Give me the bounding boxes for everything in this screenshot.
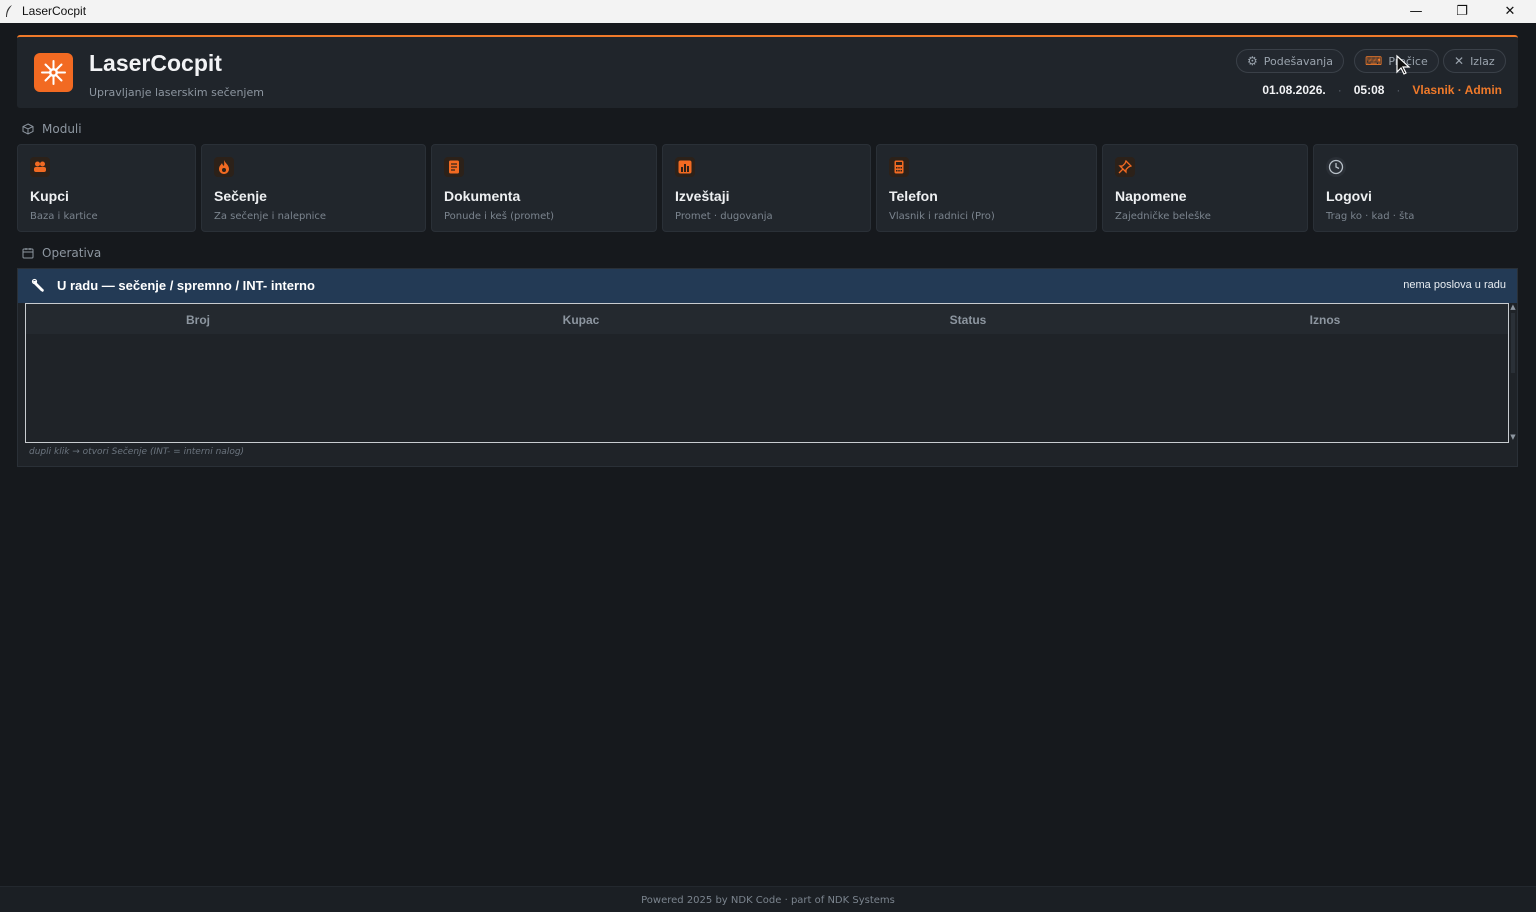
scroll-thumb[interactable] xyxy=(1511,313,1515,373)
module-title: Telefon xyxy=(889,188,938,204)
module-card-izvestaji[interactable]: Izveštaji Promet · dugovanja xyxy=(662,144,871,232)
chart-icon xyxy=(675,157,695,177)
column-header-iznos[interactable]: Iznos xyxy=(1302,313,1348,327)
footer: Powered 2025 by NDK Code · part of NDK S… xyxy=(0,886,1536,912)
exit-label: Izlaz xyxy=(1470,54,1495,68)
modules-section-label: Moduli xyxy=(22,122,82,136)
in-progress-panel: U radu — sečenje / spremno / INT- intern… xyxy=(17,268,1518,467)
restore-button[interactable]: ❐ xyxy=(1439,0,1485,23)
module-subtitle: Promet · dugovanja xyxy=(675,211,773,222)
gear-icon: ⚙ xyxy=(1247,54,1258,68)
scroll-up-icon[interactable]: ▲ xyxy=(1509,303,1517,311)
module-card-dokumenta[interactable]: Dokumenta Ponude i keš (promet) xyxy=(431,144,657,232)
current-user: Vlasnik · Admin xyxy=(1412,83,1502,97)
laser-logo-icon xyxy=(34,53,73,92)
window-titlebar: LaserCocpit — ❐ ✕ xyxy=(0,0,1536,23)
operativa-label: Operativa xyxy=(42,246,102,260)
module-card-kupci[interactable]: Kupci Baza i kartice xyxy=(17,144,196,232)
document-icon xyxy=(444,157,464,177)
operativa-section-label: Operativa xyxy=(22,246,101,260)
panel-title: U radu — sečenje / spremno / INT- intern… xyxy=(57,278,315,293)
settings-label: Podešavanja xyxy=(1263,54,1333,68)
module-title: Kupci xyxy=(30,188,69,204)
panel-status: nema poslova u radu xyxy=(1403,279,1506,291)
pin-icon xyxy=(1115,157,1135,177)
close-window-button[interactable]: ✕ xyxy=(1487,0,1533,23)
module-card-secenje[interactable]: Sečenje Za sečenje i nalepnice xyxy=(201,144,426,232)
wrench-icon xyxy=(31,278,44,292)
table-header: Broj Kupac Status Iznos xyxy=(26,304,1508,334)
module-subtitle: Zajedničke beleške xyxy=(1115,211,1211,222)
close-icon: ✕ xyxy=(1454,54,1465,68)
module-card-telefon[interactable]: Telefon Vlasnik i radnici (Pro) xyxy=(876,144,1097,232)
app-subtitle: Upravljanje laserskim sečenjem xyxy=(89,86,264,99)
window-title: LaserCocpit xyxy=(22,4,87,18)
module-title: Sečenje xyxy=(214,188,267,204)
status-line: 01.08.2026. · 05:08 · Vlasnik · Admin xyxy=(1262,83,1502,97)
keyboard-icon: ⌨ xyxy=(1365,54,1383,68)
module-subtitle: Ponude i keš (promet) xyxy=(444,211,555,222)
module-subtitle: Baza i kartice xyxy=(30,211,98,222)
app-header: LaserCocpit Upravljanje laserskim sečenj… xyxy=(17,35,1518,108)
calendar-icon xyxy=(22,248,34,259)
module-subtitle: Vlasnik i radnici (Pro) xyxy=(889,211,995,222)
jobs-table[interactable]: Broj Kupac Status Iznos xyxy=(25,303,1509,443)
scroll-down-icon[interactable]: ▼ xyxy=(1509,433,1517,441)
module-title: Izveštaji xyxy=(675,188,730,204)
module-title: Napomene xyxy=(1115,188,1187,204)
column-header-status[interactable]: Status xyxy=(942,313,994,327)
people-icon xyxy=(30,157,50,177)
exit-button[interactable]: ✕ Izlaz xyxy=(1443,49,1506,73)
module-subtitle: Trag ko · kad · šta xyxy=(1326,211,1415,222)
separator: · xyxy=(1337,83,1342,97)
minimize-button[interactable]: — xyxy=(1393,0,1439,23)
module-subtitle: Za sečenje i nalepnice xyxy=(214,211,327,222)
separator: · xyxy=(1396,83,1401,97)
current-date: 01.08.2026. xyxy=(1262,83,1326,97)
app-name: LaserCocpit xyxy=(89,50,222,76)
table-hint: dupli klik → otvori Sečenje (INT- = inte… xyxy=(29,447,245,457)
module-card-napomene[interactable]: Napomene Zajedničke beleške xyxy=(1102,144,1308,232)
panel-header: U radu — sečenje / spremno / INT- intern… xyxy=(18,269,1517,303)
feather-app-icon xyxy=(6,5,12,17)
column-header-kupac[interactable]: Kupac xyxy=(556,313,606,327)
footer-text: Powered 2025 by NDK Code · part of NDK S… xyxy=(641,895,895,906)
cube-icon xyxy=(22,123,34,135)
phone-icon xyxy=(889,157,909,177)
clock-icon xyxy=(1326,157,1346,177)
flame-icon xyxy=(214,157,234,177)
module-card-logovi[interactable]: Logovi Trag ko · kad · šta xyxy=(1313,144,1518,232)
module-title: Dokumenta xyxy=(444,188,521,204)
module-title: Logovi xyxy=(1326,188,1372,204)
modules-label: Moduli xyxy=(42,122,82,136)
table-scrollbar[interactable]: ▲ ▼ xyxy=(1509,303,1517,443)
column-header-broj[interactable]: Broj xyxy=(176,313,220,327)
current-time: 05:08 xyxy=(1353,83,1385,97)
mouse-cursor-icon xyxy=(1396,54,1411,75)
settings-button[interactable]: ⚙ Podešavanja xyxy=(1236,49,1344,73)
